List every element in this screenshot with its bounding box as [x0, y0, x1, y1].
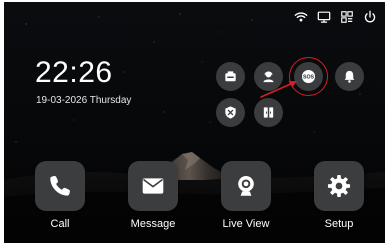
annotation-arrow: [260, 81, 297, 98]
monitor-icon[interactable]: [317, 10, 331, 24]
clock-date: 19-03-2026 Thursday: [36, 95, 132, 106]
door-button[interactable]: [254, 98, 283, 127]
live-view-label: Live View: [222, 218, 270, 230]
sos-icon: SOS: [301, 69, 316, 84]
grid-icon[interactable]: [340, 10, 354, 24]
clock-time: 22:26: [35, 56, 113, 89]
setup-tile[interactable]: [314, 161, 364, 211]
phone-icon: [50, 175, 70, 196]
power-icon[interactable]: [363, 10, 377, 24]
disarm-button[interactable]: [216, 98, 245, 127]
mail-icon: [142, 178, 164, 194]
wifi-icon: [294, 12, 308, 22]
disarm-icon: [225, 106, 236, 119]
alarm-panel-icon: [225, 71, 236, 82]
home-screen: 22:26 19-03-2026 Thursday SOS Call Messa…: [4, 2, 385, 243]
bell-button[interactable]: [335, 62, 364, 91]
message-label: Message: [130, 218, 176, 230]
sos-label: SOS: [303, 75, 315, 81]
call-tile[interactable]: [35, 161, 85, 211]
alarm-panel-button[interactable]: [216, 62, 245, 91]
live-view-tile[interactable]: [221, 161, 271, 211]
status-bar: [294, 9, 377, 25]
call-label: Call: [50, 218, 70, 230]
setup-label: Setup: [324, 218, 354, 230]
gear-icon: [327, 174, 351, 198]
message-tile[interactable]: [128, 161, 178, 211]
camera-icon: [238, 176, 254, 196]
door-icon: [263, 107, 274, 118]
bell-icon: [344, 70, 355, 83]
